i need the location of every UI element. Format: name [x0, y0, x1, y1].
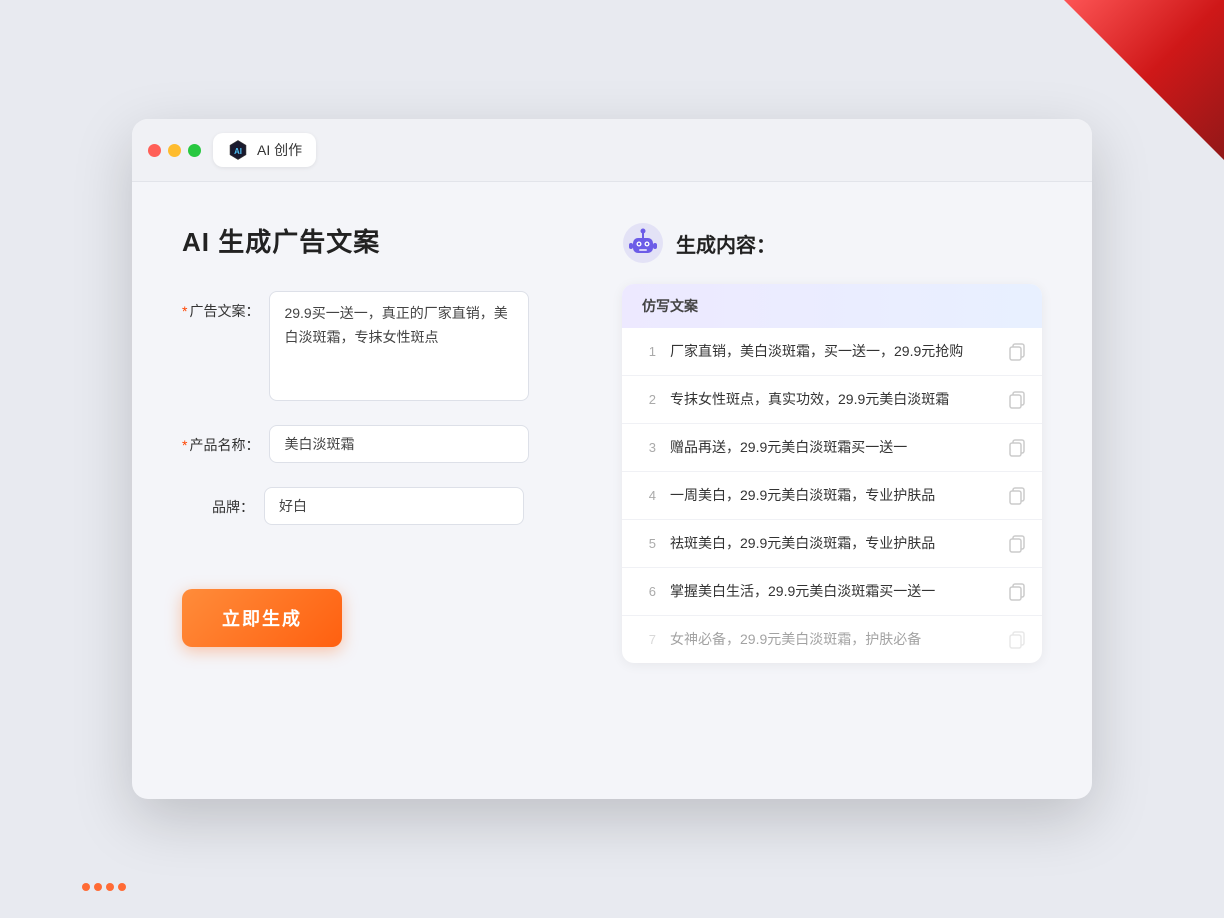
- app-window: AI AI 创作 AI 生成广告文案 *广告文案： *产品名称：: [132, 119, 1092, 799]
- generate-button[interactable]: 立即生成: [182, 589, 342, 647]
- table-header: 仿写文案: [622, 284, 1042, 328]
- copy-icon[interactable]: [1008, 487, 1026, 505]
- ai-tab-icon: AI: [227, 139, 249, 161]
- result-rows-container: 1 厂家直销，美白淡斑霜，买一送一，29.9元抢购 2 专抹女性斑点，真实功效，29…: [622, 328, 1042, 663]
- row-number: 2: [638, 392, 656, 407]
- required-star-ad: *: [182, 303, 187, 319]
- copy-icon[interactable]: [1008, 391, 1026, 409]
- brand-row: 品牌：: [182, 487, 562, 525]
- product-name-input[interactable]: [269, 425, 529, 463]
- row-number: 7: [638, 632, 656, 647]
- left-panel: AI 生成广告文案 *广告文案： *产品名称： 品牌： 立: [182, 222, 562, 663]
- result-row: 7 女神必备，29.9元美白淡斑霜，护肤必备: [622, 616, 1042, 663]
- bg-decoration-dots: [80, 880, 128, 898]
- brand-input[interactable]: [264, 487, 524, 525]
- row-text: 赠品再送，29.9元美白淡斑霜买一送一: [670, 437, 994, 458]
- copy-icon[interactable]: [1008, 343, 1026, 361]
- active-tab[interactable]: AI AI 创作: [213, 133, 316, 167]
- row-number: 6: [638, 584, 656, 599]
- row-text: 厂家直销，美白淡斑霜，买一送一，29.9元抢购: [670, 341, 994, 362]
- row-text: 一周美白，29.9元美白淡斑霜，专业护肤品: [670, 485, 994, 506]
- result-row: 5 祛斑美白，29.9元美白淡斑霜，专业护肤品: [622, 520, 1042, 568]
- row-text: 掌握美白生活，29.9元美白淡斑霜买一送一: [670, 581, 994, 602]
- right-panel: 生成内容： 仿写文案 1 厂家直销，美白淡斑霜，买一送一，29.9元抢购 2 专抹女…: [622, 222, 1042, 663]
- row-number: 5: [638, 536, 656, 551]
- traffic-lights: [148, 144, 201, 157]
- titlebar: AI AI 创作: [132, 119, 1092, 182]
- copy-icon[interactable]: [1008, 631, 1026, 649]
- copy-icon[interactable]: [1008, 535, 1026, 553]
- row-text: 女神必备，29.9元美白淡斑霜，护肤必备: [670, 629, 994, 650]
- result-row: 2 专抹女性斑点，真实功效，29.9元美白淡斑霜: [622, 376, 1042, 424]
- row-text: 祛斑美白，29.9元美白淡斑霜，专业护肤品: [670, 533, 994, 554]
- page-title: AI 生成广告文案: [182, 222, 562, 259]
- copy-icon[interactable]: [1008, 439, 1026, 457]
- maximize-button[interactable]: [188, 144, 201, 157]
- result-row: 1 厂家直销，美白淡斑霜，买一送一，29.9元抢购: [622, 328, 1042, 376]
- copy-icon[interactable]: [1008, 583, 1026, 601]
- product-name-label: *产品名称：: [182, 425, 259, 455]
- product-name-row: *产品名称：: [182, 425, 562, 463]
- ad-copy-row: *广告文案：: [182, 291, 562, 401]
- ad-copy-label: *广告文案：: [182, 291, 259, 321]
- brand-label: 品牌：: [182, 487, 254, 517]
- result-row: 3 赠品再送，29.9元美白淡斑霜买一送一: [622, 424, 1042, 472]
- result-title: 生成内容：: [676, 229, 776, 258]
- main-content: AI 生成广告文案 *广告文案： *产品名称： 品牌： 立: [132, 182, 1092, 703]
- minimize-button[interactable]: [168, 144, 181, 157]
- row-text: 专抹女性斑点，真实功效，29.9元美白淡斑霜: [670, 389, 994, 410]
- row-number: 4: [638, 488, 656, 503]
- result-table: 仿写文案 1 厂家直销，美白淡斑霜，买一送一，29.9元抢购 2 专抹女性斑点，真实…: [622, 284, 1042, 663]
- result-row: 4 一周美白，29.9元美白淡斑霜，专业护肤品: [622, 472, 1042, 520]
- result-header: 生成内容：: [622, 222, 1042, 264]
- required-star-product: *: [182, 437, 187, 453]
- row-number: 3: [638, 440, 656, 455]
- svg-text:AI: AI: [234, 147, 242, 156]
- result-row: 6 掌握美白生活，29.9元美白淡斑霜买一送一: [622, 568, 1042, 616]
- robot-icon: [622, 222, 664, 264]
- close-button[interactable]: [148, 144, 161, 157]
- row-number: 1: [638, 344, 656, 359]
- tab-label: AI 创作: [257, 140, 302, 160]
- ad-copy-input[interactable]: [269, 291, 529, 401]
